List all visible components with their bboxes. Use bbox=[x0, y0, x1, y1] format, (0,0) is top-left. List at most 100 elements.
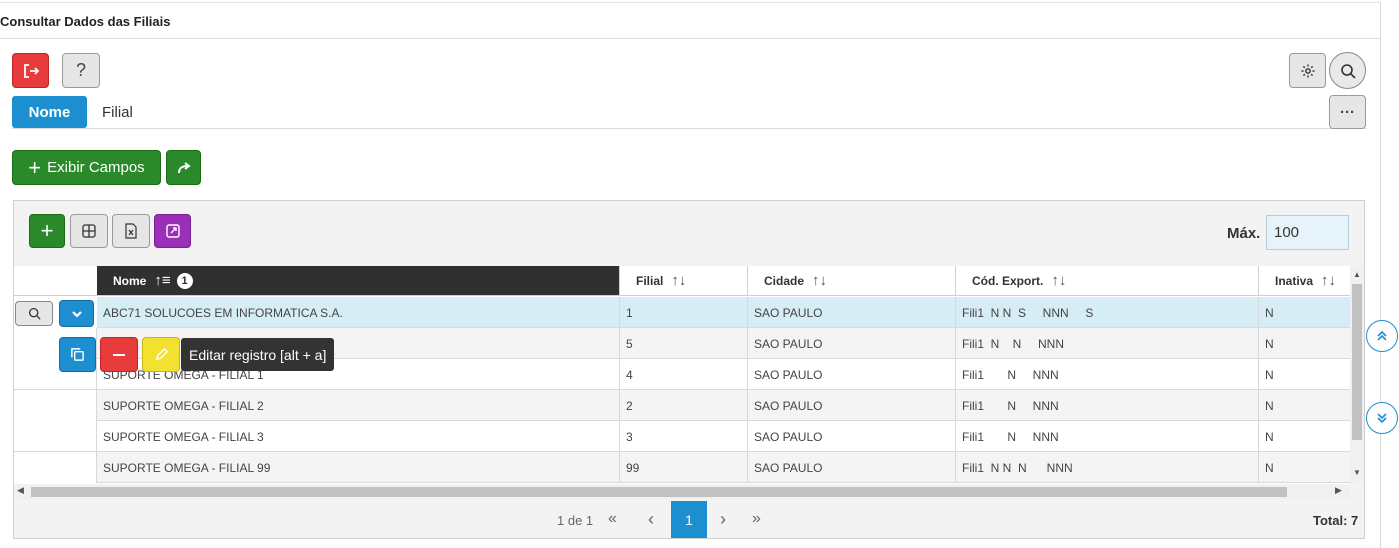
scroll-top-button[interactable] bbox=[1366, 320, 1398, 352]
scroll-up-arrow[interactable]: ▲ bbox=[1350, 270, 1364, 279]
show-fields-button[interactable]: + Exibir Campos bbox=[12, 150, 161, 185]
sort-icon: ↑↓ bbox=[1321, 272, 1337, 289]
first-page-button[interactable]: « bbox=[608, 510, 617, 528]
search-button[interactable] bbox=[1329, 52, 1366, 89]
scroll-left-arrow[interactable]: ◀ bbox=[17, 485, 24, 496]
cell-cidade: SAO PAULO bbox=[747, 359, 955, 390]
col-header-inativa[interactable]: Inativa ↑↓ bbox=[1258, 266, 1350, 296]
title-divider bbox=[0, 38, 1380, 39]
view-row-button[interactable] bbox=[15, 301, 53, 326]
exit-icon bbox=[23, 63, 39, 78]
cell-inativa: N bbox=[1258, 390, 1350, 421]
expand-icon bbox=[165, 224, 180, 238]
table-row[interactable]: SUPORTE OMEGA - FILIAL 3 3 SAO PAULO Fil… bbox=[14, 421, 1350, 452]
gear-icon bbox=[1301, 64, 1314, 77]
search-icon bbox=[1340, 63, 1356, 79]
delete-record-button[interactable] bbox=[100, 337, 138, 372]
chevrons-up-icon bbox=[1377, 330, 1387, 341]
table-row[interactable]: ABC71 SOLUCOES EM INFORMATICA S.A. 1 SAO… bbox=[14, 297, 1350, 328]
sort-asc-icon: ↑≡ bbox=[154, 272, 171, 289]
settings-button[interactable] bbox=[1289, 53, 1326, 88]
copy-record-button[interactable] bbox=[59, 337, 96, 372]
next-page-button[interactable]: › bbox=[720, 509, 726, 530]
cell-filial: 2 bbox=[619, 390, 747, 421]
page-button-current[interactable]: 1 bbox=[671, 501, 707, 538]
expand-row-button[interactable] bbox=[59, 300, 94, 327]
scroll-down-arrow[interactable]: ▼ bbox=[1350, 468, 1364, 477]
col-header-filial[interactable]: Filial ↑↓ bbox=[619, 266, 747, 296]
horizontal-scrollbar[interactable]: ◀ ▶ bbox=[14, 485, 1350, 499]
cell-cidade: SAO PAULO bbox=[747, 452, 955, 483]
col-header-label: Cidade bbox=[764, 273, 805, 288]
col-header-nome[interactable]: Nome ↑≡ 1 bbox=[97, 266, 619, 296]
cell-cod-export: Fili1 N N S NNN S bbox=[955, 297, 1258, 328]
cell-cod-export: Fili1 N N N NNN bbox=[955, 452, 1258, 483]
cell-nome: SUPORTE OMEGA - FILIAL 2 bbox=[103, 398, 264, 413]
cell-cidade: SAO PAULO bbox=[747, 328, 955, 359]
cell-filial: 99 bbox=[619, 452, 747, 483]
cell-nome: SUPORTE OMEGA - FILIAL 3 bbox=[103, 429, 264, 444]
col-header-label: Filial bbox=[636, 273, 664, 288]
sort-icon: ↑↓ bbox=[812, 272, 828, 289]
tab-filial[interactable]: Filial bbox=[102, 96, 133, 128]
cell-nome: SUPORTE OMEGA - FILIAL 99 bbox=[103, 460, 271, 475]
cell-cod-export: Fili1 N N NNN bbox=[955, 328, 1258, 359]
help-label: ? bbox=[75, 60, 86, 80]
cell-cod-export: Fili1 N NNN bbox=[955, 421, 1258, 452]
table-row[interactable]: SUPORTE OMEGA - FILIAL 99 99 SAO PAULO F… bbox=[14, 452, 1350, 483]
scroll-bottom-button[interactable] bbox=[1366, 402, 1398, 434]
cell-inativa: N bbox=[1258, 421, 1350, 452]
export-excel-button[interactable] bbox=[112, 214, 150, 248]
right-border bbox=[1380, 2, 1381, 548]
data-grid: Nome ↑≡ 1 Filial ↑↓ Cidade ↑↓ Cód. Expor… bbox=[14, 266, 1350, 484]
tab-nome[interactable]: Nome bbox=[12, 96, 87, 128]
chevrons-down-icon bbox=[1377, 413, 1387, 424]
edit-tooltip: Editar registro [alt + a] bbox=[181, 338, 335, 371]
scroll-right-arrow[interactable]: ▶ bbox=[1335, 485, 1342, 496]
tabs-divider bbox=[12, 128, 1367, 129]
cell-cod-export: Fili1 N NNN bbox=[955, 390, 1258, 421]
expand-button[interactable] bbox=[154, 214, 191, 248]
last-page-button[interactable]: » bbox=[752, 510, 761, 528]
help-button[interactable]: ? bbox=[62, 53, 100, 88]
col-header-cod-export[interactable]: Cód. Export. ↑↓ bbox=[955, 266, 1258, 296]
col-header-label: Cód. Export. bbox=[972, 273, 1044, 288]
row-actions bbox=[14, 390, 97, 421]
cell-cidade: SAO PAULO bbox=[747, 390, 955, 421]
max-input[interactable] bbox=[1266, 215, 1349, 250]
row-actions bbox=[14, 421, 97, 452]
cell-cod-export: Fili1 N NNN bbox=[955, 359, 1258, 390]
cell-cidade: SAO PAULO bbox=[747, 297, 955, 328]
columns-button[interactable] bbox=[70, 214, 108, 248]
top-border bbox=[0, 2, 1380, 3]
total-count: Total: 7 bbox=[1313, 513, 1359, 528]
vertical-scroll-thumb[interactable] bbox=[1352, 284, 1362, 440]
more-button[interactable]: ··· bbox=[1329, 95, 1366, 129]
sort-icon: ↑↓ bbox=[1051, 272, 1067, 289]
chevron-down-icon bbox=[71, 310, 82, 318]
share-button[interactable] bbox=[166, 150, 201, 185]
excel-icon bbox=[125, 223, 137, 239]
cell-filial: 4 bbox=[619, 359, 747, 390]
page-info: 1 de 1 bbox=[557, 513, 594, 528]
horizontal-scroll-thumb[interactable] bbox=[31, 487, 1287, 497]
show-fields-label: Exibir Campos bbox=[47, 159, 145, 176]
sort-icon: ↑↓ bbox=[671, 272, 687, 289]
prev-page-button[interactable]: ‹ bbox=[648, 509, 654, 530]
add-record-button[interactable]: + bbox=[29, 214, 65, 248]
share-icon bbox=[177, 161, 191, 173]
search-icon bbox=[28, 307, 41, 320]
exit-button[interactable] bbox=[12, 53, 49, 88]
minus-icon bbox=[113, 353, 125, 356]
cell-filial: 3 bbox=[619, 421, 747, 452]
row-actions bbox=[14, 297, 97, 328]
sort-order-badge: 1 bbox=[176, 272, 193, 289]
copy-icon bbox=[71, 348, 84, 361]
col-header-cidade[interactable]: Cidade ↑↓ bbox=[747, 266, 955, 296]
cell-filial: 1 bbox=[619, 297, 747, 328]
cell-inativa: N bbox=[1258, 297, 1350, 328]
vertical-scrollbar[interactable]: ▲ ▼ bbox=[1350, 266, 1364, 484]
pencil-icon bbox=[155, 347, 168, 361]
table-row[interactable]: SUPORTE OMEGA - FILIAL 2 2 SAO PAULO Fil… bbox=[14, 390, 1350, 421]
edit-record-button[interactable] bbox=[142, 337, 180, 372]
